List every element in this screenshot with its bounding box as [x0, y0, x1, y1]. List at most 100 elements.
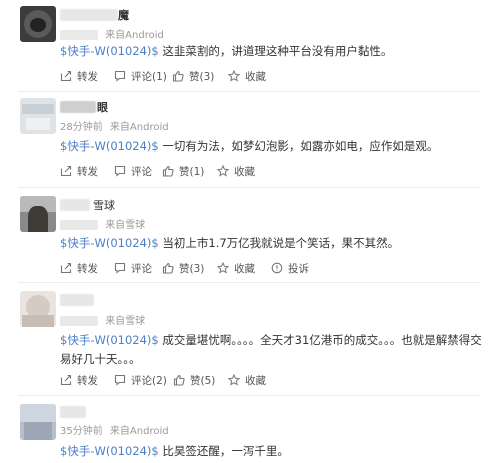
- like-label: 赞(3): [189, 70, 215, 83]
- repost-label: 转发: [77, 165, 98, 178]
- comment-body-line2: 易好几十天。。。: [60, 352, 141, 366]
- favorite-label: 收藏: [234, 165, 255, 178]
- like-button[interactable]: 赞(5): [173, 372, 215, 388]
- comment-label: 评论(2): [131, 374, 167, 387]
- repost-button[interactable]: 转发: [60, 163, 98, 179]
- like-label: 赞(3): [179, 262, 205, 275]
- comment-text: $快手-W(01024)$ 这韭菜割的，讲道理这种平台没有用户黏性。: [60, 42, 485, 61]
- star-icon: [228, 374, 240, 386]
- comment-item: 雪球 来自雪球 $快手-W(01024)$ 当初上市1.7万亿我就说是个笑话，果…: [0, 188, 499, 282]
- stock-tag-link[interactable]: $快手-W(01024)$: [60, 236, 159, 250]
- favorite-label: 收藏: [245, 70, 266, 83]
- post-meta: 35分钟前 来自Android: [60, 422, 169, 437]
- comment-body: 这韭菜割的，讲道理这种平台没有用户黏性。: [162, 44, 393, 58]
- share-box-icon: [60, 374, 72, 386]
- timestamp-blurred: [60, 220, 98, 230]
- username-tail: 眼: [97, 101, 108, 114]
- avatar[interactable]: [20, 98, 56, 134]
- star-icon: [217, 165, 229, 177]
- username-blurred[interactable]: [60, 294, 94, 306]
- thumbs-up-icon: [173, 374, 185, 386]
- share-box-icon: [60, 165, 72, 177]
- comment-feed: 魔 来自Android $快手-W(01024)$ 这韭菜割的，讲道理这种平台没…: [0, 0, 499, 463]
- avatar[interactable]: [20, 196, 56, 232]
- report-label: 投诉: [288, 262, 309, 275]
- avatar[interactable]: [20, 291, 56, 327]
- timestamp-blurred: [60, 316, 98, 326]
- stock-tag-link[interactable]: $快手-W(01024)$: [60, 333, 159, 347]
- comment-text: $快手-W(01024)$ 成交量堪忧啊。。。。全天才31亿港币的成交。。。也就…: [60, 331, 485, 369]
- stock-tag-link[interactable]: $快手-W(01024)$: [60, 139, 159, 153]
- comment-label: 评论: [131, 262, 152, 275]
- report-button[interactable]: 投诉: [271, 260, 309, 276]
- comment-body: 比昊签还醒，一泻千里。: [162, 444, 289, 458]
- post-source: 来自雪球: [105, 316, 146, 327]
- comment-text: $快手-W(01024)$ 一切有为法，如梦幻泡影，如露亦如电，应作如是观。: [60, 137, 485, 156]
- comment-item: 魔 来自Android $快手-W(01024)$ 这韭菜割的，讲道理这种平台没…: [0, 0, 499, 92]
- comment-label: 评论: [131, 165, 152, 178]
- warning-icon: [271, 262, 283, 274]
- like-button[interactable]: 赞(3): [172, 68, 214, 84]
- like-label: 赞(1): [179, 165, 205, 178]
- favorite-label: 收藏: [245, 374, 266, 387]
- share-box-icon: [60, 262, 72, 274]
- comment-item: 35分钟前 来自Android $快手-W(01024)$ 比昊签还醒，一泻千里…: [0, 396, 499, 463]
- speech-bubble-icon: [114, 374, 126, 386]
- username-blurred[interactable]: [60, 9, 118, 21]
- like-button[interactable]: 赞(3): [162, 260, 204, 276]
- username-blurred[interactable]: [60, 101, 96, 113]
- comment-item: 眼 28分钟前 来自Android $快手-W(01024)$ 一切有为法，如梦…: [0, 92, 499, 187]
- repost-button[interactable]: 转发: [60, 68, 98, 84]
- speech-bubble-icon: [114, 262, 126, 274]
- comment-body: 当初上市1.7万亿我就说是个笑话，果不其然。: [162, 236, 400, 250]
- timestamp-blurred: [60, 30, 98, 40]
- post-meta: 来自雪球: [60, 216, 145, 231]
- favorite-button[interactable]: 收藏: [228, 68, 266, 84]
- comment-button[interactable]: 评论(1): [114, 68, 167, 84]
- repost-button[interactable]: 转发: [60, 260, 98, 276]
- speech-bubble-icon: [114, 70, 126, 82]
- username-blurred[interactable]: [60, 199, 90, 211]
- like-label: 赞(5): [190, 374, 216, 387]
- speech-bubble-icon: [114, 165, 126, 177]
- post-source: 来自Android: [105, 30, 164, 41]
- comment-label: 评论(1): [131, 70, 167, 83]
- post-time: 35分钟前: [60, 426, 103, 437]
- stock-tag-link[interactable]: $快手-W(01024)$: [60, 44, 159, 58]
- comment-button[interactable]: 评论: [114, 260, 152, 276]
- share-box-icon: [60, 70, 72, 82]
- star-icon: [228, 70, 240, 82]
- username-tail: 雪球: [93, 199, 115, 212]
- favorite-button[interactable]: 收藏: [217, 163, 255, 179]
- repost-label: 转发: [77, 70, 98, 83]
- comment-text: $快手-W(01024)$ 当初上市1.7万亿我就说是个笑话，果不其然。: [60, 234, 485, 253]
- stock-tag-link[interactable]: $快手-W(01024)$: [60, 444, 159, 458]
- thumbs-up-icon: [162, 165, 174, 177]
- comment-item: 来自雪球 $快手-W(01024)$ 成交量堪忧啊。。。。全天才31亿港币的成交…: [0, 283, 499, 395]
- avatar[interactable]: [20, 404, 56, 440]
- favorite-button[interactable]: 收藏: [228, 372, 266, 388]
- username-tail: 魔: [118, 9, 129, 22]
- like-button[interactable]: 赞(1): [162, 163, 204, 179]
- repost-label: 转发: [77, 374, 98, 387]
- favorite-button[interactable]: 收藏: [217, 260, 255, 276]
- post-time: 28分钟前: [60, 122, 103, 133]
- username-blurred[interactable]: [60, 406, 86, 418]
- comment-button[interactable]: 评论(2): [114, 372, 167, 388]
- comment-button[interactable]: 评论: [114, 163, 152, 179]
- repost-button[interactable]: 转发: [60, 372, 98, 388]
- star-icon: [217, 262, 229, 274]
- thumbs-up-icon: [172, 70, 184, 82]
- comment-body-line1: 成交量堪忧啊。。。。全天才31亿港币的成交。。。也就是解禁得交: [162, 333, 482, 347]
- post-source: 来自Android: [109, 426, 169, 437]
- post-source: 来自Android: [109, 122, 169, 133]
- post-meta: 28分钟前 来自Android: [60, 118, 169, 133]
- favorite-label: 收藏: [234, 262, 255, 275]
- post-meta: 来自雪球: [60, 312, 145, 327]
- repost-label: 转发: [77, 262, 98, 275]
- avatar[interactable]: [20, 6, 56, 42]
- post-source: 来自雪球: [105, 220, 146, 231]
- post-meta: 来自Android: [60, 26, 164, 41]
- thumbs-up-icon: [162, 262, 174, 274]
- comment-body: 一切有为法，如梦幻泡影，如露亦如电，应作如是观。: [162, 139, 439, 153]
